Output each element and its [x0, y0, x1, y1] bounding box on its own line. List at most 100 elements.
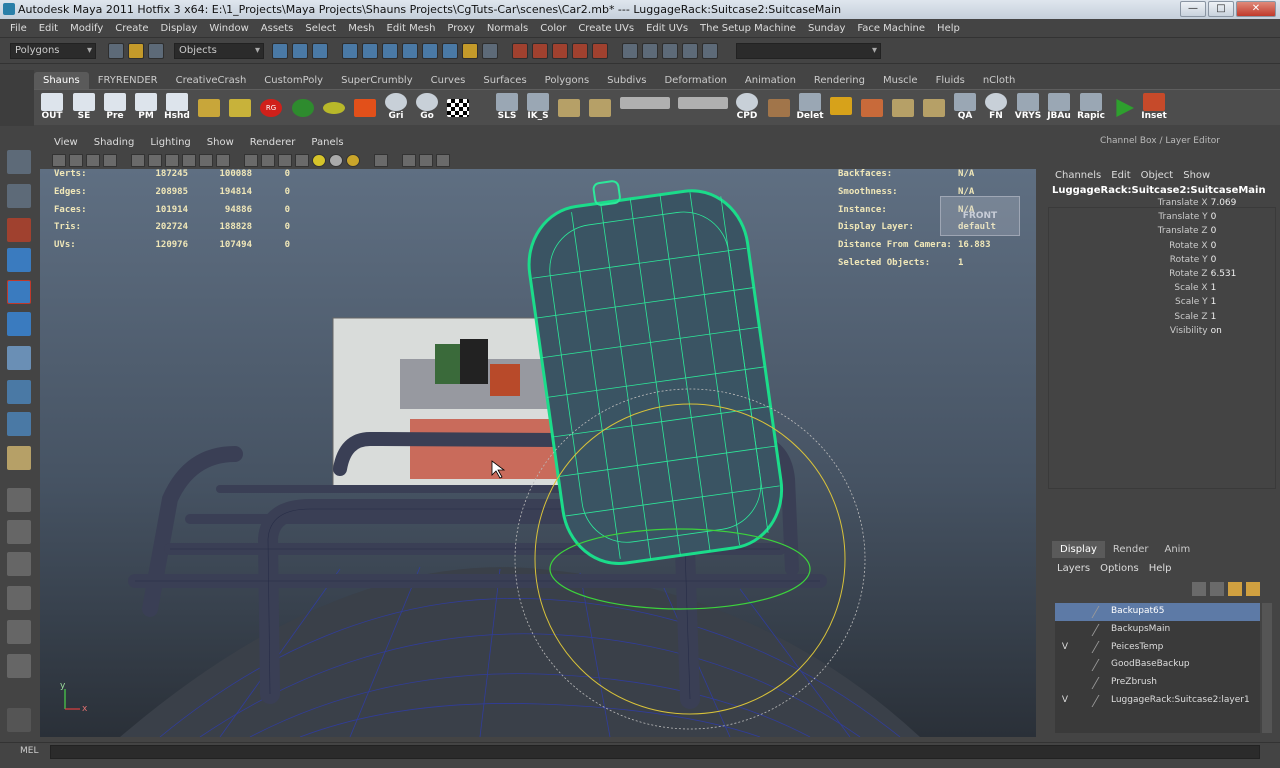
shelf-wrench-button[interactable]	[857, 93, 887, 123]
menu-normals[interactable]: Normals	[481, 23, 534, 34]
channel-scale-y[interactable]: Scale Y1	[1052, 295, 1280, 309]
shelf-tab-rendering[interactable]: Rendering	[805, 72, 874, 89]
select-tool-icon[interactable]	[7, 150, 31, 174]
channel-rotate-z[interactable]: Rotate Z 6.531	[1052, 267, 1280, 281]
lasso-tool-icon[interactable]	[7, 184, 31, 208]
layer-color-swatch[interactable]	[1091, 659, 1109, 672]
menu-create-uvs[interactable]: Create UVs	[572, 23, 640, 34]
shelf-jbau-button[interactable]: JBAu	[1044, 93, 1074, 123]
menu-help[interactable]: Help	[931, 23, 966, 34]
shelf-rapic-button[interactable]: Rapic	[1076, 93, 1106, 123]
shelf-out-button[interactable]: OUT	[37, 93, 67, 123]
channel-translate-x[interactable]: Translate X 7.069	[1052, 196, 1280, 210]
cb-menu-edit[interactable]: Edit	[1106, 170, 1135, 181]
gate-mask-icon[interactable]	[182, 153, 196, 167]
layer-row[interactable]: GoodBaseBackup	[1055, 656, 1260, 674]
move-layer-up-icon[interactable]	[1228, 582, 1242, 596]
shelf-puzzle2-button[interactable]	[585, 93, 615, 123]
channel-scale-z[interactable]: Scale Z1	[1052, 310, 1280, 324]
layer-tab-display[interactable]: Display	[1052, 541, 1105, 558]
last-tool-icon[interactable]	[7, 446, 31, 470]
layer-row[interactable]: V PeicesTemp	[1055, 639, 1260, 657]
shelf-tab-subdivs[interactable]: Subdivs	[598, 72, 655, 89]
perspective-viewport[interactable]: y x Verts: 187245 100088 0 Edges: 208985 1948…	[40, 169, 1036, 737]
panel-menu-panels[interactable]: Panels	[303, 137, 351, 148]
film-gate-icon[interactable]	[148, 153, 162, 167]
command-language-toggle[interactable]: MEL	[20, 746, 38, 756]
shelf-tab-fluids[interactable]: Fluids	[927, 72, 974, 89]
menu-window[interactable]: Window	[203, 23, 254, 34]
textured-icon[interactable]	[295, 153, 309, 167]
camera-attributes-icon[interactable]	[69, 153, 83, 167]
shelf-vrys-button[interactable]: VRYS	[1013, 93, 1043, 123]
menu-color[interactable]: Color	[534, 23, 572, 34]
attribute-editor-toggle-icon[interactable]	[662, 42, 678, 59]
menu-create[interactable]: Create	[109, 23, 154, 34]
open-scene-icon[interactable]	[128, 42, 144, 59]
hypershade-layout-icon[interactable]	[7, 654, 31, 678]
cb-menu-show[interactable]: Show	[1178, 170, 1215, 181]
panel-menu-lighting[interactable]: Lighting	[142, 137, 198, 148]
custom-layout-icon[interactable]	[7, 708, 31, 732]
shelf-puzzle-button[interactable]	[554, 93, 584, 123]
menu-edit[interactable]: Edit	[33, 23, 64, 34]
soft-mod-icon[interactable]	[7, 380, 31, 404]
layer-tab-anim[interactable]: Anim	[1156, 541, 1198, 558]
shelf-cpd-button[interactable]: CPD	[732, 93, 762, 123]
shelf-hair-button[interactable]	[617, 93, 673, 123]
menu-setup-machine[interactable]: The Setup Machine	[694, 23, 802, 34]
channel-translate-z[interactable]: Translate Z0	[1052, 224, 1280, 238]
shelf-pm-button[interactable]: PM	[131, 93, 161, 123]
four-view-layout-icon[interactable]	[7, 520, 31, 544]
menu-proxy[interactable]: Proxy	[441, 23, 480, 34]
panel-menu-shading[interactable]: Shading	[86, 137, 143, 148]
snap-view-icon[interactable]	[442, 42, 458, 59]
xray-joints-icon[interactable]	[419, 153, 433, 167]
layer-row[interactable]: PreZbrush	[1055, 674, 1260, 692]
layer-menu-options[interactable]: Options	[1095, 560, 1144, 577]
minimize-button[interactable]: —	[1180, 1, 1206, 17]
menu-face-machine[interactable]: Face Machine	[851, 23, 931, 34]
shelf-tab-curves[interactable]: Curves	[422, 72, 475, 89]
menu-mesh[interactable]: Mesh	[342, 23, 380, 34]
snap-surface-icon[interactable]	[422, 42, 438, 59]
isolate-select-icon[interactable]	[402, 153, 416, 167]
shelf-sls-button[interactable]: SLS	[492, 93, 522, 123]
smooth-shade-icon[interactable]	[261, 153, 275, 167]
shelf-play-button[interactable]	[1108, 93, 1138, 123]
ipr-render-icon[interactable]	[532, 42, 548, 59]
rotate-tool-icon[interactable]	[7, 280, 31, 304]
scale-tool-icon[interactable]	[7, 312, 31, 336]
tool-settings-toggle-icon[interactable]	[682, 42, 698, 59]
numeric-input-field[interactable]	[736, 42, 881, 59]
history-icon[interactable]	[482, 42, 498, 59]
use-all-lights-icon[interactable]	[312, 153, 326, 167]
shelf-gri-button[interactable]: Gri	[381, 93, 411, 123]
shelf-se-button[interactable]: SE	[69, 93, 99, 123]
hud-toggle-icon[interactable]	[436, 153, 450, 167]
input-line-icon[interactable]	[622, 42, 638, 59]
shelf-bug-button[interactable]	[288, 93, 318, 123]
shelf-rg-button[interactable]: RG	[256, 93, 286, 123]
new-scene-icon[interactable]	[108, 42, 124, 59]
grid-icon[interactable]	[131, 153, 145, 167]
create-layer-selected-icon[interactable]	[1210, 582, 1224, 596]
selection-mask-dropdown[interactable]: Objects	[174, 42, 264, 59]
shelf-tab-animation[interactable]: Animation	[736, 72, 805, 89]
shelf-tab-muscle[interactable]: Muscle	[874, 72, 927, 89]
shelf-ik-s-button[interactable]: IK_S	[523, 93, 553, 123]
image-plane-icon[interactable]	[103, 153, 117, 167]
persp-outliner-layout-icon[interactable]	[7, 586, 31, 610]
panel-menu-renderer[interactable]: Renderer	[242, 137, 304, 148]
save-scene-icon[interactable]	[148, 42, 164, 59]
snap-grid-icon[interactable]	[342, 42, 358, 59]
menu-select[interactable]: Select	[299, 23, 342, 34]
layer-row[interactable]: BackupsMain	[1055, 621, 1260, 639]
shelf-inset-button[interactable]: Inset	[1139, 93, 1169, 123]
shelf-pre-button[interactable]: Pre	[100, 93, 130, 123]
shelf-go-button[interactable]: Go	[412, 93, 442, 123]
render-view-icon[interactable]	[592, 42, 608, 59]
channel-rotate-y[interactable]: Rotate Y0	[1052, 253, 1280, 267]
shelf-options[interactable]	[0, 70, 34, 126]
shelf-delet-button[interactable]: Delet	[795, 93, 825, 123]
